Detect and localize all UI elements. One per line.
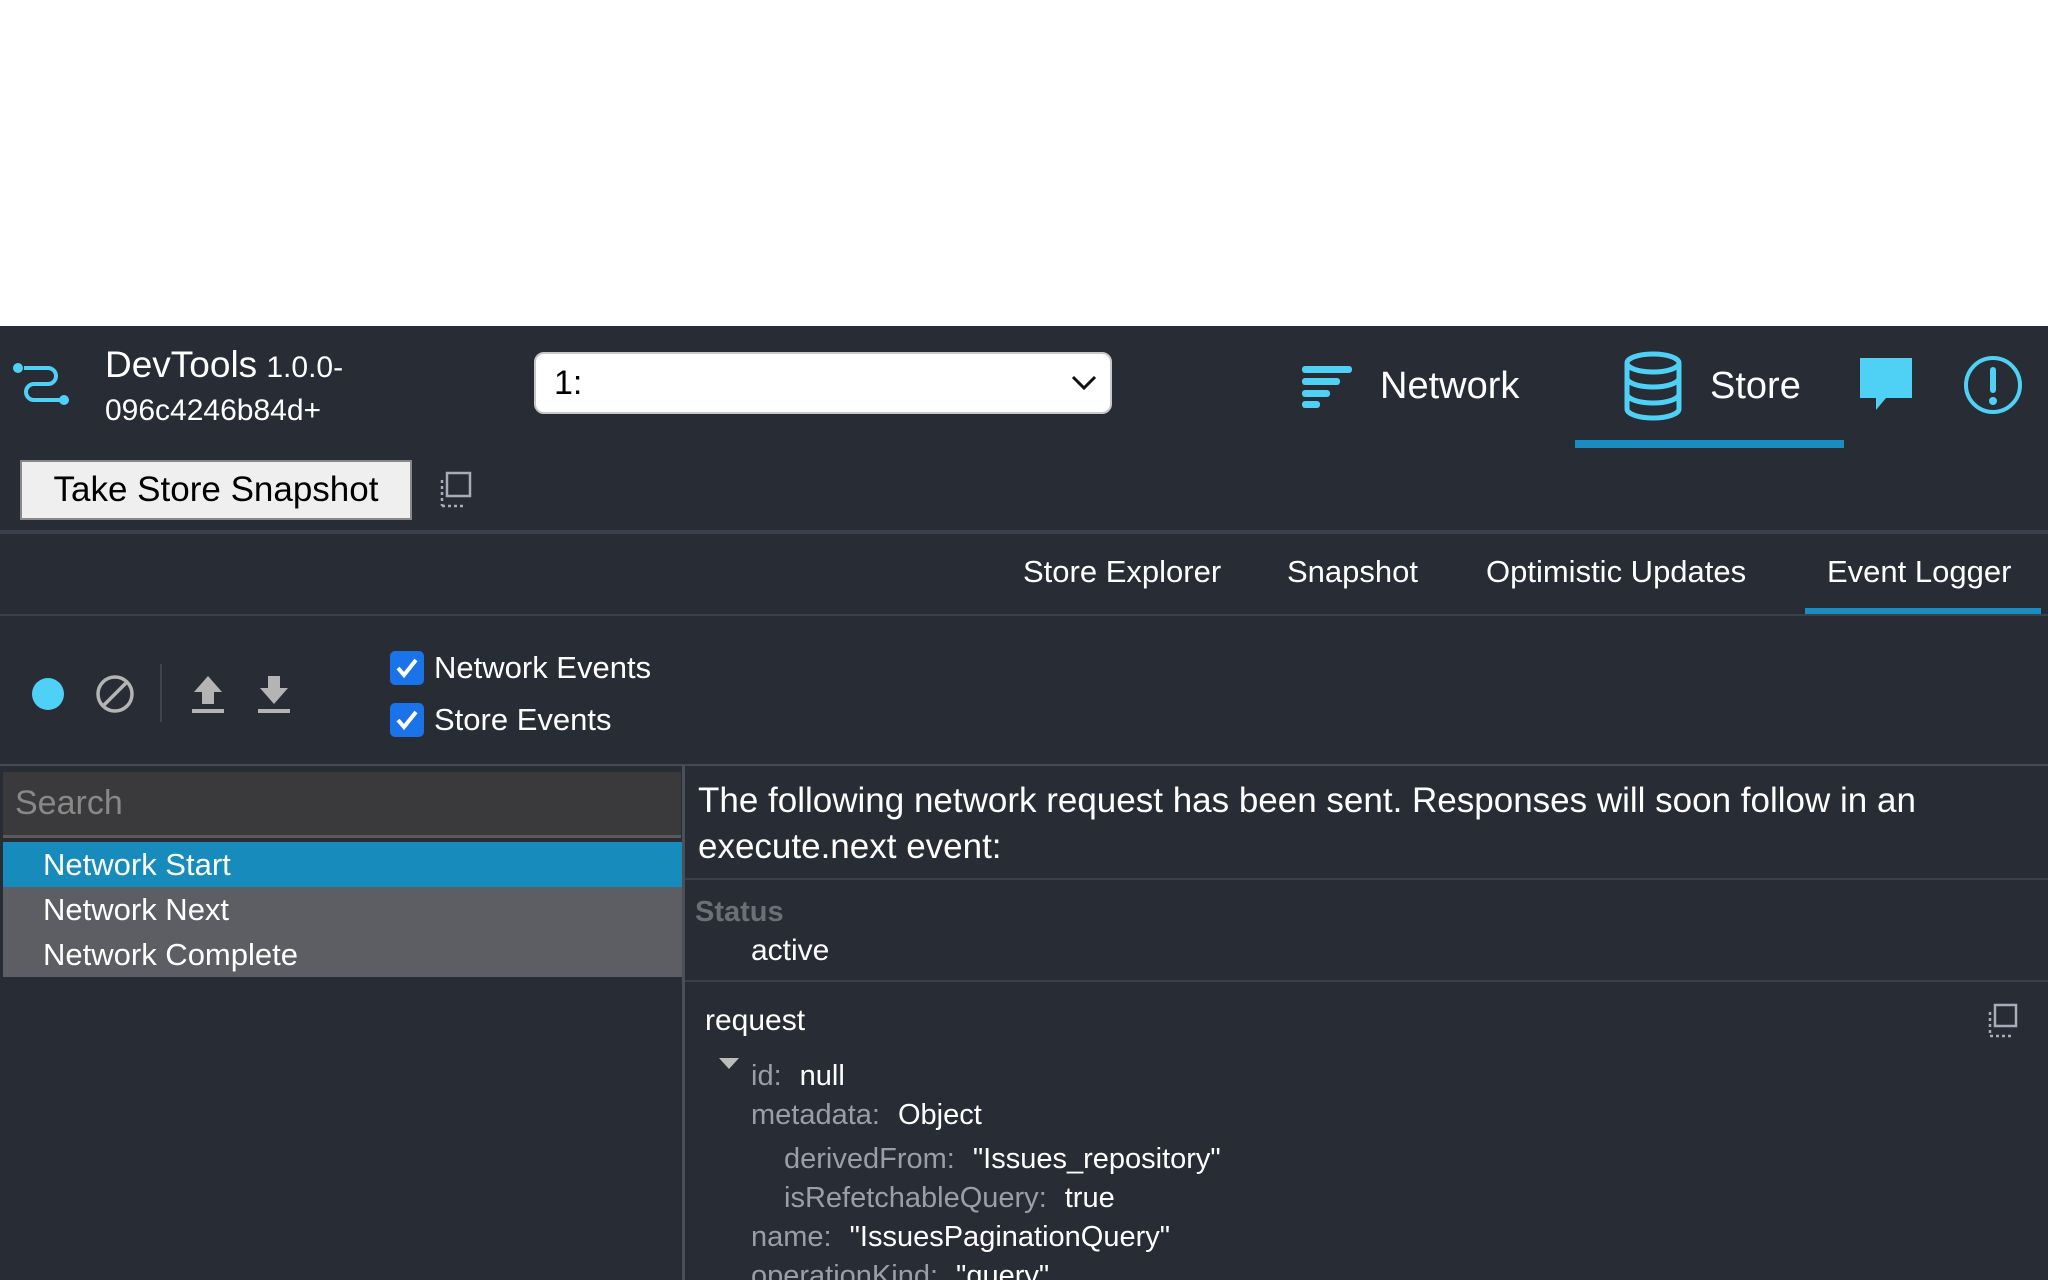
- store-events-checkbox[interactable]: Store Events: [390, 702, 611, 738]
- field-id: id: null: [751, 1060, 845, 1092]
- download-icon[interactable]: [254, 672, 294, 716]
- status-label: Status: [695, 896, 784, 928]
- field-name: name: "IssuesPaginationQuery": [751, 1221, 1171, 1253]
- event-detail-panel: The following network request has been s…: [685, 766, 2048, 1280]
- request-label: request: [705, 1004, 806, 1037]
- event-list-panel: Network Start Network Next Network Compl…: [0, 766, 684, 1280]
- tab-store-active-indicator: [1575, 440, 1844, 448]
- tab-store-explorer[interactable]: Store Explorer: [1023, 554, 1221, 590]
- app-version: 1.0.0-: [266, 351, 344, 384]
- copy-icon[interactable]: [1985, 1002, 2019, 1040]
- checkbox-checked-icon[interactable]: [390, 651, 424, 685]
- chat-bubble-icon[interactable]: [1856, 354, 1916, 416]
- take-store-snapshot-button[interactable]: Take Store Snapshot: [20, 460, 412, 520]
- store-events-label: Store Events: [434, 702, 612, 737]
- clear-icon[interactable]: [95, 674, 135, 714]
- status-value: active: [751, 934, 830, 967]
- environment-select[interactable]: 1:: [534, 352, 1112, 414]
- event-description: The following network request has been s…: [698, 781, 1916, 866]
- alert-circle-icon[interactable]: [1962, 354, 2024, 416]
- upload-icon[interactable]: [188, 672, 228, 716]
- devtools-app: DevTools 1.0.0- 096c4246b84d+ 1: Network: [0, 326, 2048, 1280]
- field-derived-from: derivedFrom: "Issues_repository": [784, 1143, 1221, 1175]
- app-title: DevTools 1.0.0- 096c4246b84d+: [105, 344, 343, 431]
- field-is-refetchable-query: isRefetchableQuery: true: [784, 1182, 1115, 1214]
- divider: [0, 530, 2048, 534]
- tab-store-label: Store: [1710, 364, 1801, 407]
- chevron-down-icon: [1071, 375, 1097, 391]
- tab-network[interactable]: Network: [1300, 340, 1519, 432]
- divider: [685, 980, 2048, 982]
- field-metadata[interactable]: metadata: Object: [751, 1099, 982, 1132]
- field-operation-kind: operationKind: "query": [751, 1260, 1050, 1280]
- tab-store[interactable]: Store: [1622, 340, 1801, 432]
- event-list: Network Start Network Next Network Compl…: [3, 842, 683, 977]
- list-item-network-next[interactable]: Network Next: [3, 887, 683, 932]
- app-version-hash: 096c4246b84d+: [105, 394, 322, 427]
- divider: [685, 878, 2048, 880]
- network-events-checkbox[interactable]: Network Events: [390, 650, 651, 686]
- environment-select-value: 1:: [554, 364, 583, 402]
- database-icon: [1624, 351, 1682, 421]
- tab-event-logger[interactable]: Event Logger: [1827, 554, 2011, 590]
- relay-logo-icon: [13, 363, 69, 405]
- tab-snapshot[interactable]: Snapshot: [1287, 554, 1418, 590]
- tab-network-label: Network: [1380, 364, 1520, 407]
- record-button[interactable]: [32, 678, 64, 710]
- tab-optimistic-updates[interactable]: Optimistic Updates: [1486, 554, 1746, 590]
- copy-icon[interactable]: [437, 470, 473, 510]
- app-name: DevTools: [105, 344, 258, 385]
- expand-triangle-icon[interactable]: [719, 1058, 739, 1069]
- list-lines-icon: [1302, 366, 1352, 408]
- list-item-network-start[interactable]: Network Start: [3, 842, 683, 887]
- divider: [0, 614, 2048, 616]
- header: DevTools 1.0.0- 096c4246b84d+ 1: Network: [0, 326, 2048, 450]
- search-input[interactable]: [3, 772, 681, 838]
- checkbox-checked-icon[interactable]: [390, 703, 424, 737]
- list-item-network-complete[interactable]: Network Complete: [3, 932, 683, 977]
- network-events-label: Network Events: [434, 650, 652, 685]
- toolbar-separator: [160, 664, 162, 722]
